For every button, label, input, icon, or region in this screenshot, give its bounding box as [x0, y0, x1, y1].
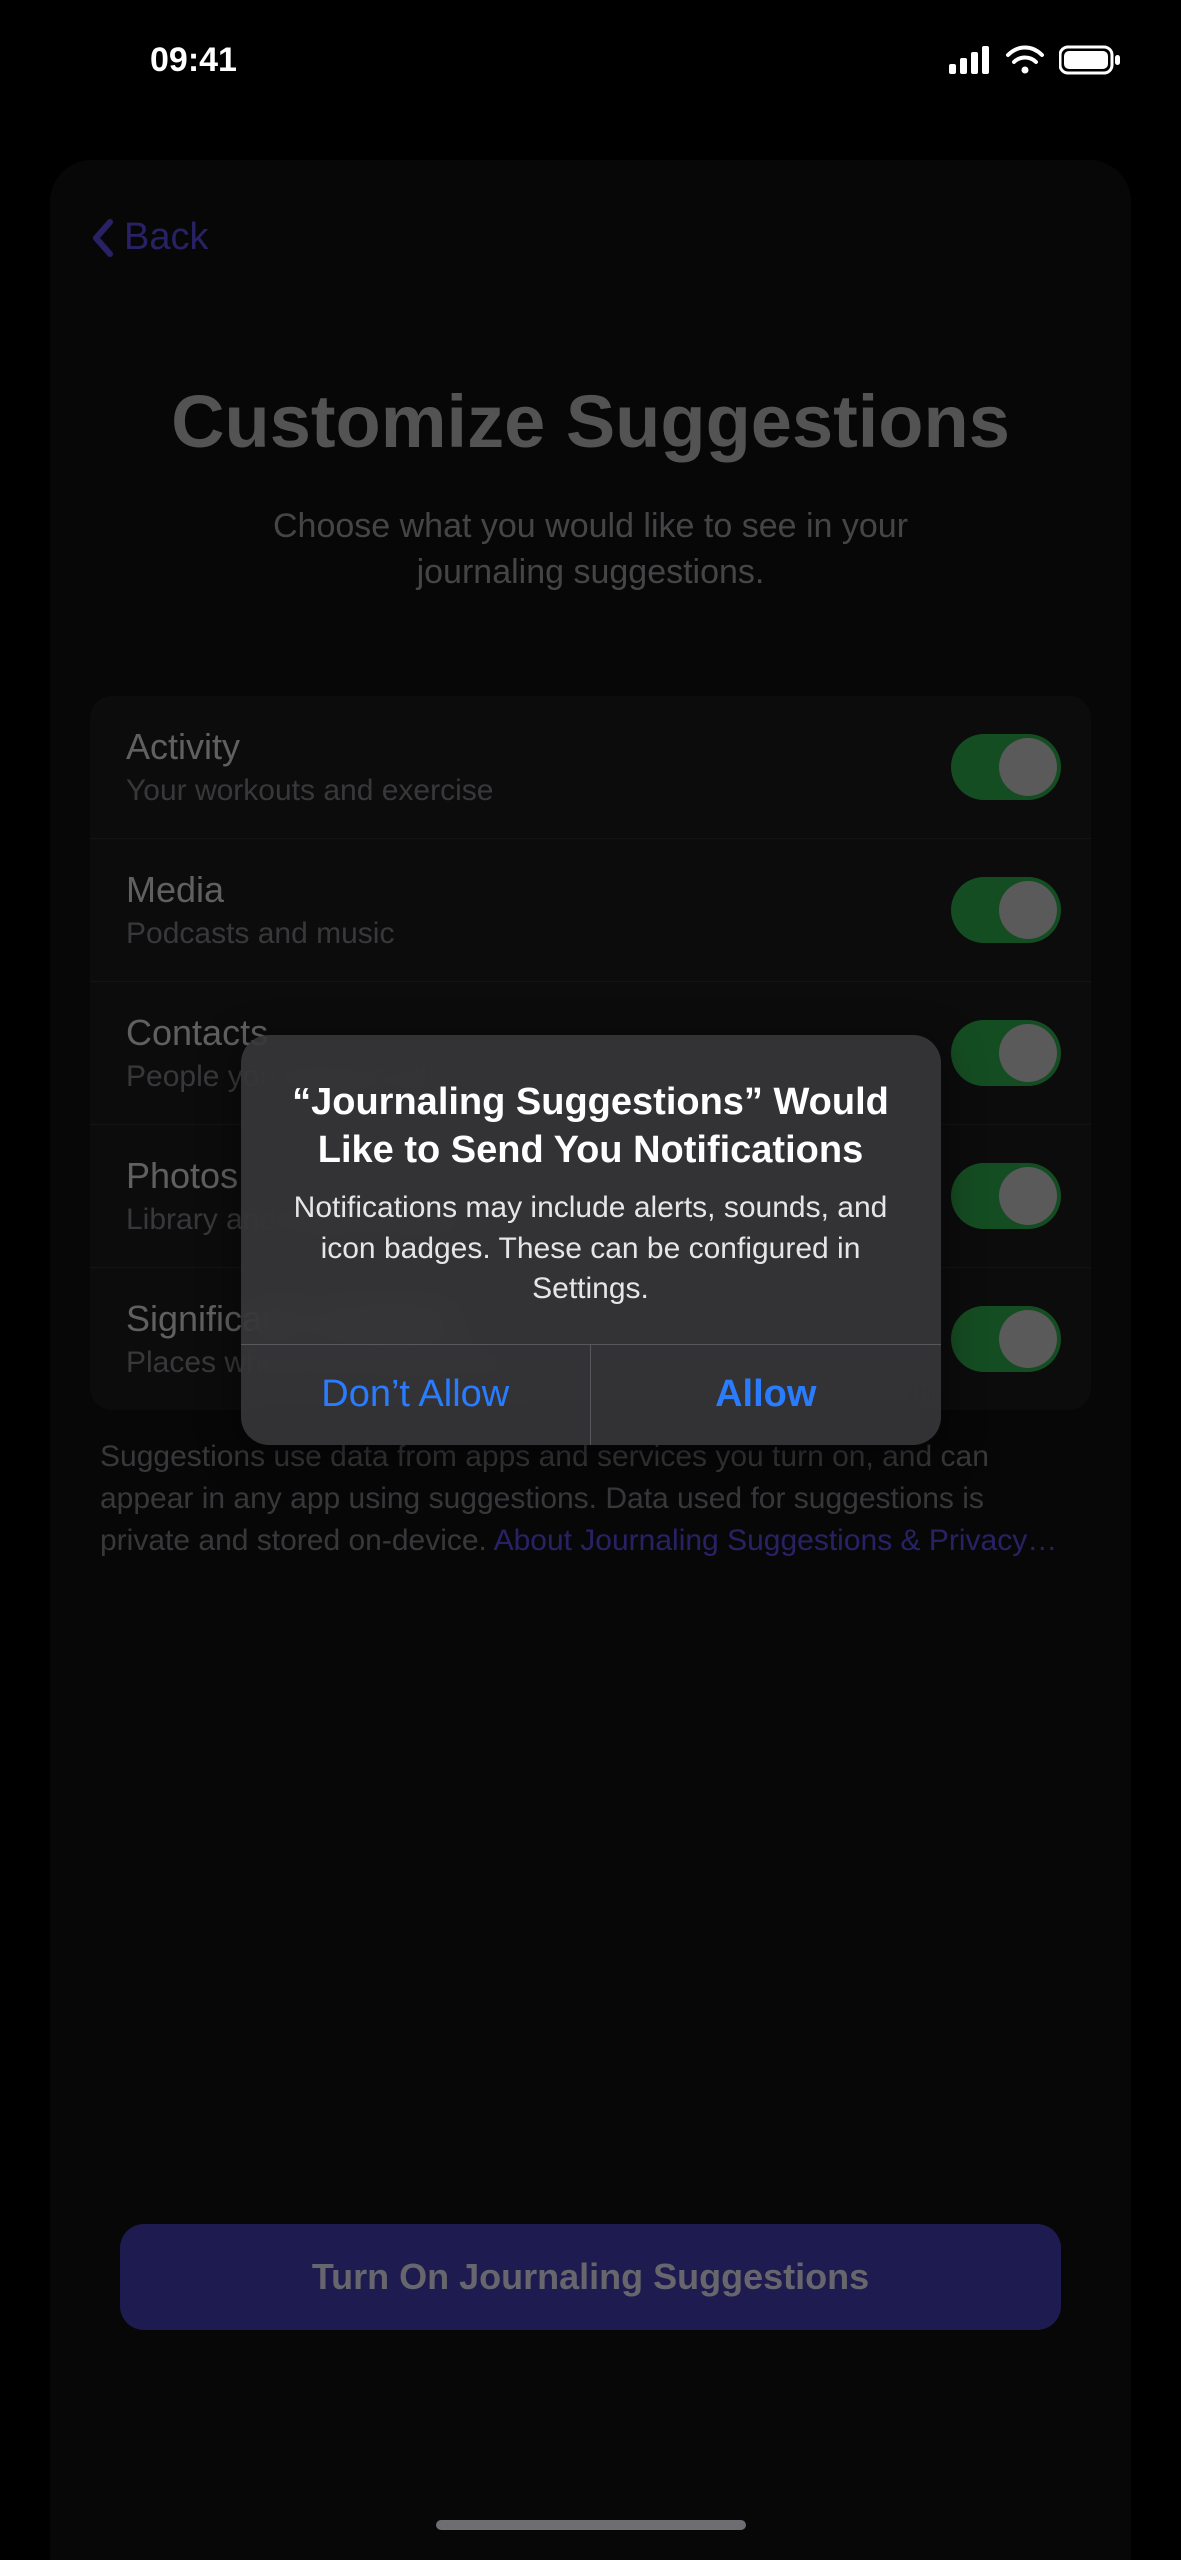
- notifications-alert: “Journaling Suggestions” Would Like to S…: [241, 1035, 941, 1445]
- setting-subtitle: Your workouts and exercise: [126, 774, 951, 808]
- alert-message: Notifications may include alerts, sounds…: [279, 1188, 903, 1310]
- cellular-icon: [949, 46, 991, 74]
- dont-allow-label: Don’t Allow: [321, 1373, 509, 1416]
- toggle-photos[interactable]: [951, 1163, 1061, 1229]
- page-subtitle: Choose what you would like to see in you…: [211, 504, 971, 596]
- page-title: Customize Suggestions: [90, 379, 1091, 464]
- allow-label: Allow: [715, 1373, 816, 1416]
- battery-icon: [1059, 45, 1121, 75]
- setting-title: Activity: [126, 726, 951, 768]
- setting-title: Media: [126, 869, 951, 911]
- back-button[interactable]: Back: [90, 216, 1091, 259]
- chevron-left-icon: [90, 218, 114, 258]
- turn-on-label: Turn On Journaling Suggestions: [312, 2256, 869, 2298]
- toggle-contacts[interactable]: [951, 1020, 1061, 1086]
- wifi-icon: [1005, 45, 1045, 75]
- status-time: 09:41: [150, 41, 237, 80]
- toggle-locations[interactable]: [951, 1306, 1061, 1372]
- status-icons: [949, 45, 1121, 75]
- allow-button[interactable]: Allow: [590, 1345, 941, 1445]
- toggle-activity[interactable]: [951, 734, 1061, 800]
- alert-title: “Journaling Suggestions” Would Like to S…: [279, 1079, 903, 1174]
- setting-row-media: Media Podcasts and music: [90, 839, 1091, 982]
- setting-subtitle: Podcasts and music: [126, 917, 951, 951]
- toggle-media[interactable]: [951, 877, 1061, 943]
- disclaimer: Suggestions use data from apps and servi…: [90, 1436, 1091, 1562]
- dont-allow-button[interactable]: Don’t Allow: [241, 1345, 591, 1445]
- privacy-link[interactable]: About Journaling Suggestions & Privacy…: [494, 1524, 1058, 1557]
- setting-row-activity: Activity Your workouts and exercise: [90, 696, 1091, 839]
- turn-on-button[interactable]: Turn On Journaling Suggestions: [120, 2224, 1061, 2330]
- status-bar: 09:41: [0, 0, 1181, 120]
- home-indicator[interactable]: [436, 2520, 746, 2530]
- back-label: Back: [124, 216, 208, 259]
